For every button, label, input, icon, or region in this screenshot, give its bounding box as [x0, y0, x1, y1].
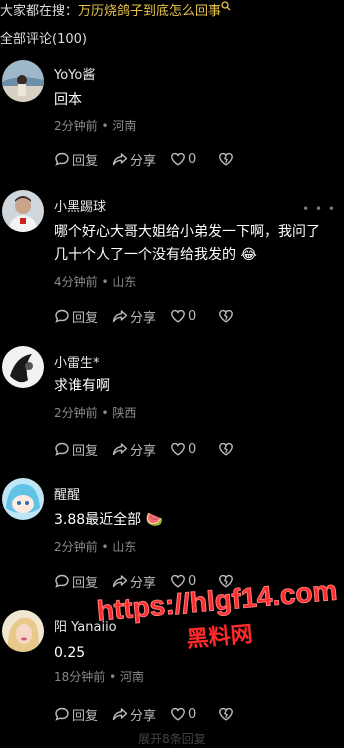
comment-text: 求谁有啊	[54, 378, 110, 394]
dislike-button[interactable]	[218, 706, 236, 722]
laughing-emoji: 😂	[240, 247, 257, 263]
dislike-button[interactable]	[218, 441, 236, 457]
search-icon	[221, 0, 231, 11]
comment-username[interactable]: 小黑踢球	[54, 196, 106, 215]
comment-meta: 2分钟前 • 山东	[54, 540, 137, 554]
comment-actions: 回复 分享 0	[54, 306, 250, 326]
dislike-button[interactable]	[218, 573, 236, 589]
comment-text: 0.25	[54, 645, 86, 661]
share-button[interactable]: 分享	[112, 705, 156, 724]
heart-icon	[171, 309, 185, 323]
more-options-icon[interactable]: • • •	[302, 202, 336, 216]
avatar[interactable]	[2, 190, 44, 232]
heart-icon	[171, 707, 185, 721]
comment-meta: 4分钟前 • 山东	[54, 275, 137, 289]
expand-replies-link[interactable]: 展开8条回复	[0, 730, 344, 748]
like-count: 0	[188, 573, 197, 589]
comment-text: 回本	[54, 92, 82, 108]
share-button[interactable]: 分享	[112, 572, 156, 591]
broken-heart-icon	[219, 309, 234, 323]
heart-icon	[171, 574, 185, 588]
comment-actions: 回复 分享 0	[54, 704, 250, 724]
comment-meta: 18分钟前 • 河南	[54, 670, 145, 684]
reply-icon	[55, 309, 69, 323]
share-button[interactable]: 分享	[112, 150, 156, 169]
like-button[interactable]: 0	[170, 151, 196, 167]
like-button[interactable]: 0	[170, 308, 196, 324]
broken-heart-icon	[219, 574, 234, 588]
avatar[interactable]	[2, 346, 44, 388]
comment-actions: 回复 分享 0	[54, 571, 250, 591]
share-icon	[112, 575, 128, 588]
comment-actions: 回复 分享 0	[54, 439, 250, 459]
share-icon	[112, 708, 128, 721]
comment-meta: 2分钟前 • 陕西	[54, 406, 137, 420]
comment-username[interactable]: YoYo酱	[54, 64, 95, 83]
like-button[interactable]: 0	[170, 573, 196, 589]
like-button[interactable]: 0	[170, 441, 196, 457]
avatar[interactable]	[2, 610, 44, 652]
broken-heart-icon	[219, 152, 234, 166]
broken-heart-icon	[219, 442, 234, 456]
comment-username[interactable]: 醒醒	[54, 484, 80, 503]
share-icon	[112, 153, 128, 166]
comment-actions: 回复 分享 0	[54, 149, 250, 169]
avatar[interactable]	[2, 478, 44, 520]
reply-button[interactable]: 回复	[54, 150, 98, 169]
watermelon-emoji: 🍉	[145, 512, 164, 528]
comment-username[interactable]: 小雷生*	[54, 352, 100, 371]
search-prefix: 大家都在搜：	[0, 4, 79, 19]
dislike-button[interactable]	[218, 151, 236, 167]
share-icon	[112, 443, 128, 456]
like-count: 0	[188, 308, 197, 324]
heart-icon	[171, 442, 185, 456]
reply-button[interactable]: 回复	[54, 705, 98, 724]
reply-button[interactable]: 回复	[54, 572, 98, 591]
like-count: 0	[188, 441, 197, 457]
share-button[interactable]: 分享	[112, 307, 156, 326]
reply-icon	[55, 574, 69, 588]
avatar[interactable]	[2, 60, 44, 102]
comment-text: 哪个好心大哥大姐给小弟发一下啊，我问了几十个人了一个没有给我发的 😂	[54, 221, 332, 267]
comment-meta: 2分钟前 • 河南	[54, 119, 137, 133]
reply-button[interactable]: 回复	[54, 307, 98, 326]
share-button[interactable]: 分享	[112, 440, 156, 459]
comments-count-title: 全部评论(100)	[0, 32, 87, 47]
search-term[interactable]: 万历烧鸽子到底怎么回事	[78, 4, 221, 19]
reply-icon	[55, 152, 69, 166]
like-button[interactable]: 0	[170, 706, 196, 722]
reply-button[interactable]: 回复	[54, 440, 98, 459]
search-suggestion-bar[interactable]: 大家都在搜：万历烧鸽子到底怎么回事	[0, 0, 344, 22]
reply-icon	[55, 707, 69, 721]
share-icon	[112, 310, 128, 323]
comment-username[interactable]: 阳 Yanaiio	[54, 616, 117, 635]
comment-text: 3.88最近全部 🍉	[54, 509, 332, 532]
broken-heart-icon	[219, 707, 234, 721]
reply-icon	[55, 442, 69, 456]
like-count: 0	[188, 706, 197, 722]
heart-icon	[171, 152, 185, 166]
like-count: 0	[188, 151, 197, 167]
dislike-button[interactable]	[218, 308, 236, 324]
